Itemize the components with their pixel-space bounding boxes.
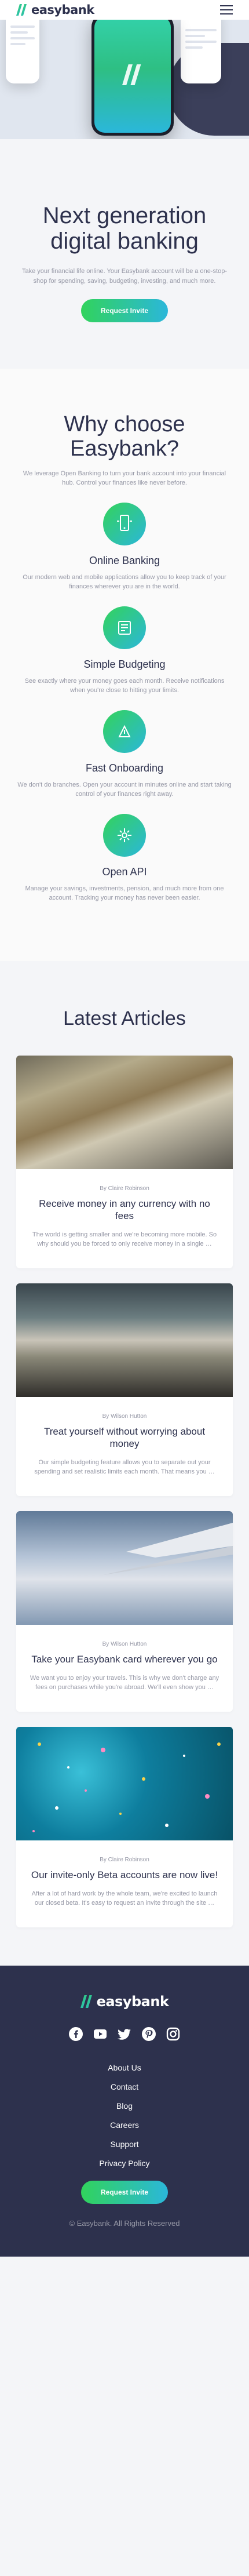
- footer-logo[interactable]: easybank: [16, 1993, 233, 2010]
- feature-title: Fast Onboarding: [85, 762, 164, 774]
- article-author: By Wilson Hutton: [102, 1641, 147, 1647]
- site-footer: easybank About Us Contact Blog Careers S…: [0, 1966, 249, 2257]
- logo-mark-icon: [16, 4, 27, 16]
- mockup-phone-screen: [94, 20, 171, 133]
- why-choose-section: Why choose Easybank? We leverage Open Ba…: [0, 369, 249, 961]
- request-invite-button[interactable]: Request Invite: [80, 299, 169, 322]
- pinterest-icon[interactable]: [142, 2027, 156, 2041]
- instagram-icon[interactable]: [166, 2027, 180, 2041]
- footer-nav: About Us Contact Blog Careers Support Pr…: [16, 2063, 233, 2168]
- feature-title: Open API: [102, 866, 147, 878]
- hero-image: [0, 20, 249, 139]
- feature-fast-onboarding: Fast Onboarding We don't do branches. Op…: [16, 710, 233, 799]
- feature-text: Our modern web and mobile applications a…: [23, 574, 226, 590]
- logo-text: easybank: [31, 3, 94, 17]
- article-excerpt: After a lot of hard work by the whole te…: [31, 1890, 218, 1906]
- article-image-plane: [16, 1511, 233, 1625]
- article-image-confetti: [16, 1727, 233, 1840]
- footer-link-blog[interactable]: Blog: [16, 2101, 233, 2111]
- why-title: Why choose Easybank?: [64, 412, 185, 461]
- site-header: easybank: [0, 0, 249, 20]
- hero-description: Take your financial life online. Your Ea…: [21, 268, 228, 285]
- mockup-card-right: [181, 20, 221, 83]
- article-title[interactable]: Take your Easybank card wherever you go: [29, 1653, 220, 1665]
- twitter-icon[interactable]: [118, 2027, 131, 2041]
- footer-link-support[interactable]: Support: [16, 2140, 233, 2149]
- hamburger-menu-icon[interactable]: [220, 5, 233, 14]
- feature-title: Online Banking: [89, 555, 160, 566]
- onboarding-icon: [103, 710, 146, 753]
- feature-online-banking: Online Banking Our modern web and mobile…: [16, 503, 233, 591]
- why-lead: We leverage Open Banking to turn your ba…: [23, 470, 226, 486]
- article-excerpt: Our simple budgeting feature allows you …: [34, 1459, 215, 1475]
- article-card[interactable]: By Wilson Hutton Take your Easybank card…: [16, 1511, 233, 1712]
- copyright: © Easybank. All Rights Reserved: [69, 2219, 180, 2228]
- youtube-icon[interactable]: [93, 2027, 107, 2041]
- online-banking-icon: [103, 503, 146, 545]
- hero-title: Next generation digital banking: [42, 203, 207, 254]
- footer-link-careers[interactable]: Careers: [16, 2120, 233, 2130]
- mockup-card-left: [6, 20, 39, 83]
- article-card[interactable]: By Claire Robinson Our invite-only Beta …: [16, 1727, 233, 1927]
- feature-open-api: Open API Manage your savings, investment…: [16, 814, 233, 903]
- feature-text: We don't do branches. Open your account …: [17, 781, 232, 798]
- footer-link-about[interactable]: About Us: [16, 2063, 233, 2072]
- article-excerpt: The world is getting smaller and we're b…: [32, 1231, 217, 1247]
- footer-logo-text: easybank: [96, 1993, 169, 2010]
- intro-section: Next generation digital banking Take you…: [0, 139, 249, 369]
- article-author: By Claire Robinson: [100, 1857, 149, 1863]
- mockup-phone: [91, 20, 174, 136]
- phone-logo-icon: [122, 64, 141, 85]
- social-links: [16, 2027, 233, 2041]
- article-image-currency: [16, 1056, 233, 1169]
- article-card[interactable]: By Claire Robinson Receive money in any …: [16, 1056, 233, 1268]
- facebook-icon[interactable]: [69, 2027, 83, 2041]
- articles-title: Latest Articles: [63, 1007, 186, 1029]
- feature-simple-budgeting: Simple Budgeting See exactly where your …: [16, 606, 233, 695]
- footer-link-privacy[interactable]: Privacy Policy: [16, 2159, 233, 2168]
- footer-link-contact[interactable]: Contact: [16, 2082, 233, 2091]
- article-title[interactable]: Receive money in any currency with no fe…: [29, 1198, 220, 1222]
- feature-text: See exactly where your money goes each m…: [24, 678, 225, 694]
- article-card[interactable]: By Wilson Hutton Treat yourself without …: [16, 1283, 233, 1496]
- budgeting-icon: [103, 606, 146, 649]
- article-author: By Wilson Hutton: [102, 1413, 147, 1420]
- feature-text: Manage your savings, investments, pensio…: [25, 885, 224, 901]
- logo-mark-icon: [80, 1995, 92, 2008]
- api-icon: [103, 814, 146, 857]
- footer-request-invite-button[interactable]: Request Invite: [80, 2181, 169, 2204]
- latest-articles-section: Latest Articles By Claire Robinson Recei…: [0, 961, 249, 1966]
- article-excerpt: We want you to enjoy your travels. This …: [30, 1675, 219, 1691]
- article-image-restaurant: [16, 1283, 233, 1397]
- feature-title: Simple Budgeting: [83, 658, 166, 670]
- article-author: By Claire Robinson: [100, 1185, 149, 1192]
- article-title[interactable]: Treat yourself without worrying about mo…: [29, 1425, 220, 1450]
- logo[interactable]: easybank: [16, 3, 94, 17]
- article-title[interactable]: Our invite-only Beta accounts are now li…: [29, 1869, 220, 1881]
